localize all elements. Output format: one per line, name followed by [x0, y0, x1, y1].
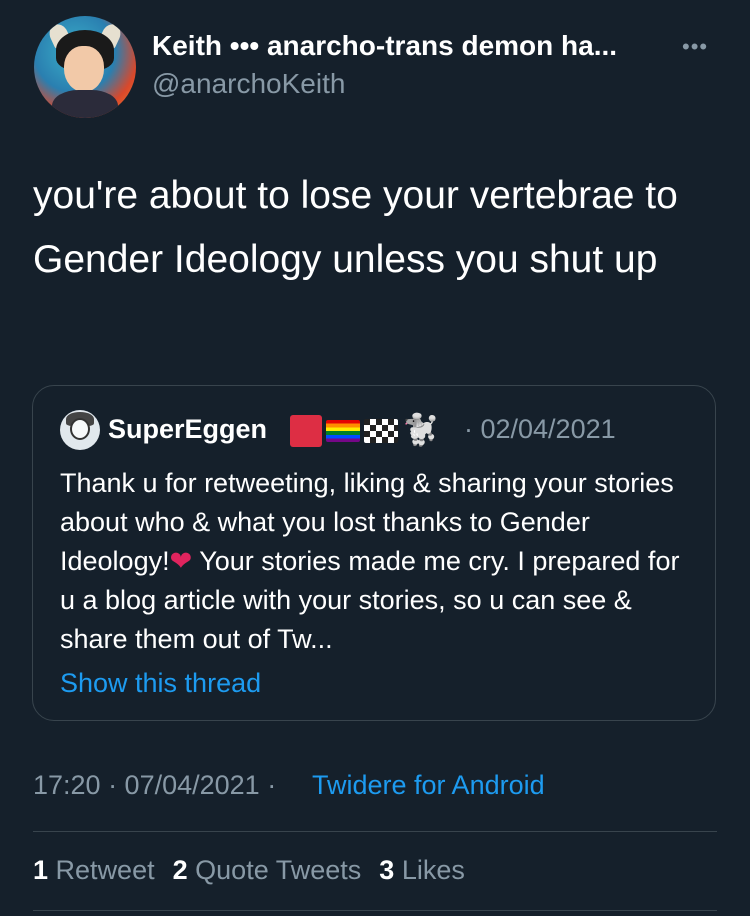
- red-square-icon: [290, 415, 322, 447]
- quote-tweets-count: 2: [172, 855, 188, 885]
- divider-top: [33, 831, 717, 832]
- retweets-label: Retweet: [55, 855, 155, 885]
- quote-text: Thank u for retweeting, liking & sharing…: [60, 464, 700, 659]
- quote-author-emoji-flags: 🐩: [290, 414, 439, 448]
- author-avatar[interactable]: [34, 16, 136, 118]
- likes-count: 3: [379, 855, 395, 885]
- avatar-body: [52, 90, 118, 118]
- rainbow-flag-icon: [326, 420, 360, 442]
- show-thread-link[interactable]: Show this thread: [60, 668, 261, 699]
- quote-avatar-face: [70, 418, 90, 440]
- quote-tweets-label: Quote Tweets: [195, 855, 362, 885]
- quote-author-name[interactable]: SuperEggen: [108, 414, 267, 445]
- quote-author-avatar[interactable]: [60, 410, 100, 450]
- tweet-timestamp[interactable]: 17:20 · 07/04/2021 ·: [33, 770, 276, 801]
- tweet-text: you're about to lose your vertebrae to G…: [33, 174, 678, 281]
- poodle-icon: 🐩: [402, 414, 440, 447]
- quote-tweets-stat[interactable]: 2 Quote Tweets: [173, 855, 362, 886]
- author-handle[interactable]: @anarchoKeith: [152, 68, 345, 100]
- tweet-stats: 1 Retweet 2 Quote Tweets 3 Likes: [33, 855, 465, 886]
- checkered-flag-icon: [364, 419, 398, 443]
- heart-icon: ❤: [169, 546, 193, 576]
- avatar-face: [64, 46, 104, 92]
- divider-bottom: [33, 910, 717, 911]
- retweets-count: 1: [33, 855, 49, 885]
- likes-stat[interactable]: 3 Likes: [379, 855, 465, 886]
- likes-label: Likes: [401, 855, 465, 885]
- retweets-stat[interactable]: 1 Retweet: [33, 855, 155, 886]
- more-options-icon[interactable]: •••: [682, 34, 708, 60]
- quote-date[interactable]: · 02/04/2021: [464, 414, 616, 445]
- tweet-client-link[interactable]: Twidere for Android: [312, 770, 545, 801]
- author-display-name[interactable]: Keith ••• anarcho-trans demon ha...: [152, 30, 662, 62]
